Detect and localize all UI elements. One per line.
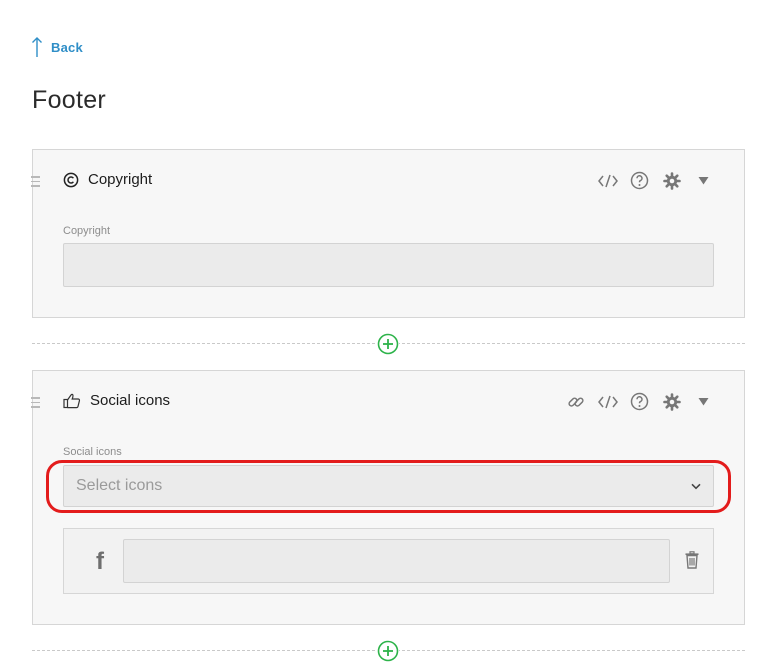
help-button[interactable]	[629, 170, 650, 191]
back-link[interactable]: Back	[31, 36, 83, 58]
help-button[interactable]	[629, 391, 650, 412]
settings-button[interactable]	[661, 170, 682, 191]
copyright-panel-header: Copyright	[63, 171, 152, 188]
gear-icon	[662, 171, 681, 190]
delete-social-button[interactable]	[685, 551, 699, 574]
page-title: Footer	[32, 86, 107, 114]
plus-circle-icon	[377, 333, 399, 355]
plus-circle-icon	[377, 640, 399, 662]
trash-icon	[685, 551, 699, 569]
copyright-field-label: Copyright	[63, 225, 111, 237]
select-icons-placeholder: Select icons	[76, 477, 163, 494]
drag-handle-icon[interactable]	[31, 176, 40, 190]
help-icon	[630, 171, 649, 190]
caret-down-icon	[698, 177, 709, 185]
back-label: Back	[51, 39, 83, 55]
copyright-panel-title: Copyright	[88, 171, 153, 188]
social-panel-header: Social icons	[63, 392, 170, 409]
code-icon	[597, 395, 618, 408]
copyright-panel: Copyright Copyright	[31, 149, 745, 318]
social-panel-tools	[565, 391, 714, 412]
social-panel-title: Social icons	[90, 392, 171, 409]
caret-down-icon	[698, 398, 709, 406]
collapse-button[interactable]	[693, 391, 714, 412]
drag-handle-icon[interactable]	[31, 397, 40, 411]
copyright-input[interactable]	[64, 244, 713, 286]
chevron-down-icon	[691, 483, 701, 489]
settings-button[interactable]	[661, 391, 682, 412]
code-icon	[597, 174, 618, 187]
code-button[interactable]	[597, 391, 618, 412]
copyright-icon	[63, 172, 79, 187]
link-icon	[567, 396, 584, 407]
help-icon	[630, 392, 649, 411]
copyright-input-wrapper	[63, 243, 714, 287]
add-block-button[interactable]	[377, 333, 399, 355]
copyright-panel-tools	[597, 170, 714, 191]
gear-icon	[662, 392, 681, 411]
facebook-icon: f	[96, 548, 104, 575]
social-icons-panel: Social icons Social icons Select icons f	[31, 370, 745, 625]
collapse-button[interactable]	[693, 170, 714, 191]
arrow-up-icon	[32, 37, 42, 57]
add-block-button[interactable]	[377, 640, 399, 662]
social-field-label: Social icons	[63, 446, 122, 458]
add-block-divider	[32, 333, 745, 355]
add-block-divider	[32, 640, 745, 662]
thumbs-up-icon	[63, 393, 81, 408]
link-button[interactable]	[565, 391, 586, 412]
social-icon-row: f	[63, 528, 714, 594]
code-button[interactable]	[597, 170, 618, 191]
select-icons-dropdown[interactable]: Select icons	[63, 465, 714, 507]
facebook-url-input[interactable]	[124, 540, 669, 582]
facebook-url-wrapper	[123, 539, 670, 583]
